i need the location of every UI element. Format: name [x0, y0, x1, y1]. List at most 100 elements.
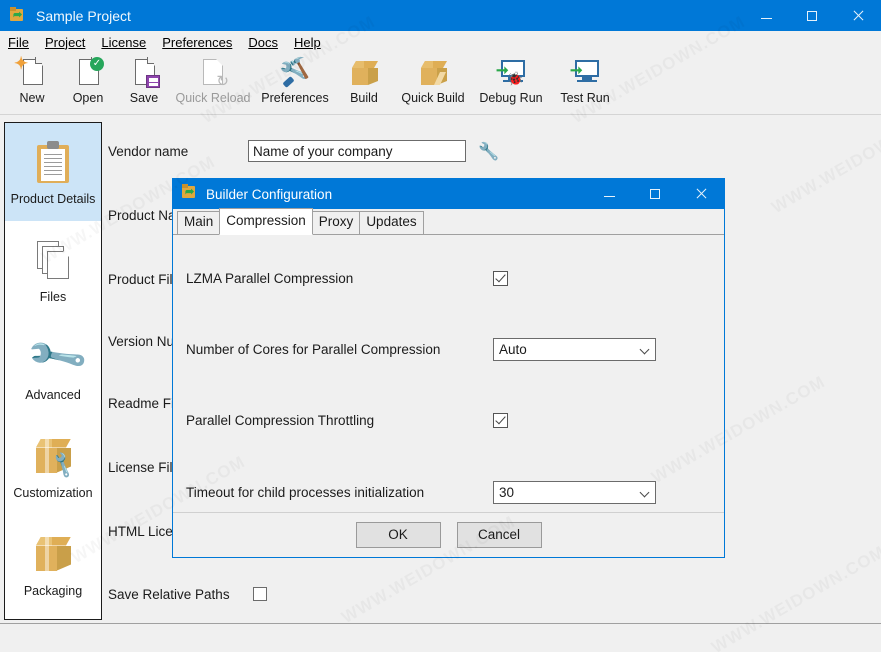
toolbar-label-debug-run: Debug Run: [479, 91, 543, 105]
label-version-number: Version Nu: [108, 333, 175, 349]
new-document-icon: ✦: [14, 55, 49, 89]
files-stack-icon: [30, 237, 76, 289]
dialog-titlebar: ➦ Builder Configuration: [173, 179, 724, 209]
preferences-tools-icon: 🔧 🔨: [277, 55, 314, 88]
quick-build-box-icon: [416, 57, 450, 89]
timeout-child-processes-value: 30: [499, 484, 515, 500]
menu-docs-label: Docs: [248, 34, 278, 50]
builder-configuration-dialog: ➦ Builder Configuration Main Compression…: [172, 178, 725, 558]
toolbar-button-open[interactable]: ✓ Open: [60, 53, 116, 111]
dialog-title: Builder Configuration: [206, 186, 333, 202]
toolbar-button-test-run[interactable]: ➞ Test Run: [548, 53, 622, 111]
application-window: ➦ Sample Project File Project License Pr…: [0, 0, 881, 652]
status-bar: [0, 623, 881, 652]
sidebar-label-customization: Customization: [13, 485, 93, 500]
menu-project[interactable]: Project: [37, 33, 93, 52]
vendor-name-input[interactable]: [248, 140, 466, 162]
menu-help-label: Help: [293, 34, 321, 50]
menu-help[interactable]: Help: [286, 33, 329, 52]
label-save-relative-paths: Save Relative Paths: [108, 586, 230, 602]
chevron-down-icon: [640, 489, 651, 496]
tab-main[interactable]: Main: [177, 211, 221, 234]
field-row-version-number: Version Nu: [108, 329, 174, 353]
row-parallel-compression-throttling: Parallel Compression Throttling: [186, 408, 508, 432]
tab-compression[interactable]: Compression: [219, 208, 313, 235]
box-wrench-icon: 🔧: [30, 433, 78, 485]
window-title: Sample Project: [36, 7, 131, 24]
lzma-parallel-compression-checkbox[interactable]: [493, 270, 508, 286]
row-number-of-cores: Number of Cores for Parallel Compression…: [186, 337, 656, 361]
tab-updates[interactable]: Updates: [359, 211, 424, 234]
dialog-minimize-button[interactable]: [586, 179, 632, 209]
app-box-icon: ➦: [9, 6, 27, 25]
label-product-file: Product Fil: [108, 271, 173, 287]
sidebar-label-advanced: Advanced: [25, 387, 81, 402]
menu-preferences-label: Preferences: [162, 34, 233, 50]
minimize-button[interactable]: [743, 0, 789, 31]
close-button[interactable]: [835, 0, 881, 31]
parallel-compression-throttling-checkbox[interactable]: [493, 412, 508, 428]
tab-proxy[interactable]: Proxy: [311, 211, 361, 234]
toolbar-button-quick-reload[interactable]: ↻ Quick Reload: [172, 53, 254, 111]
dialog-tabstrip: Main Compression Proxy Updates: [173, 208, 724, 235]
label-license-file: License File: [108, 459, 181, 475]
sidebar: Product Details Files 🔧 Advanced 🔧 Custo…: [4, 122, 102, 620]
menu-project-label: Project: [44, 34, 86, 50]
toolbar-label-quick-reload: Quick Reload: [175, 91, 251, 105]
sidebar-item-packaging[interactable]: Packaging: [5, 515, 101, 613]
toolbar-label-test-run: Test Run: [560, 91, 610, 105]
label-parallel-compression-throttling: Parallel Compression Throttling: [186, 412, 375, 428]
field-row-readme-file: Readme Fi: [108, 391, 174, 415]
label-lzma-parallel-compression: LZMA Parallel Compression: [186, 270, 354, 286]
menu-preferences[interactable]: Preferences: [154, 33, 240, 52]
label-readme-file: Readme Fi: [108, 395, 175, 411]
toolbar-label-build: Build: [350, 91, 378, 105]
menu-license[interactable]: License: [93, 33, 154, 52]
sidebar-label-packaging: Packaging: [23, 583, 83, 598]
toolbar-button-preferences[interactable]: 🔧 🔨 Preferences: [254, 53, 336, 111]
dialog-body-compression: LZMA Parallel Compression Number of Core…: [173, 235, 724, 510]
wrench-icon: 🔧: [23, 324, 90, 389]
menu-license-label: License: [101, 34, 147, 50]
ok-button[interactable]: OK: [355, 522, 441, 548]
menubar: File Project License Preferences Docs He…: [0, 31, 881, 53]
toolbar-button-build[interactable]: Build: [336, 53, 392, 111]
test-run-monitor-icon: ➞: [568, 57, 602, 89]
timeout-child-processes-combobox[interactable]: 30: [493, 480, 656, 504]
label-vendor-name: Vendor name: [108, 143, 189, 159]
sidebar-item-customization[interactable]: 🔧 Customization: [5, 417, 101, 515]
toolbar-button-debug-run[interactable]: ➞ 🐞 Debug Run: [474, 53, 548, 111]
menu-docs[interactable]: Docs: [240, 33, 286, 52]
sidebar-item-product-details[interactable]: Product Details: [5, 123, 101, 221]
toolbar-label-quick-build: Quick Build: [401, 91, 465, 105]
debug-run-monitor-icon: ➞ 🐞: [496, 60, 525, 86]
toolbar-button-new[interactable]: ✦ New: [4, 53, 60, 111]
toolbar: ✦ New ✓ Open Save ↻ Quick Reload 🔧 🔨 Pre…: [0, 53, 881, 115]
clipboard-icon: [30, 139, 76, 191]
sidebar-label-product-details: Product Details: [10, 191, 96, 206]
main-titlebar: ➦ Sample Project: [0, 0, 881, 31]
toolbar-button-quick-build[interactable]: Quick Build: [392, 53, 474, 111]
dialog-close-button[interactable]: [678, 179, 724, 209]
menu-file[interactable]: File: [0, 33, 37, 52]
field-row-product-file: Product Fil: [108, 267, 173, 291]
row-lzma-parallel-compression: LZMA Parallel Compression: [186, 266, 508, 290]
sidebar-label-files: Files: [39, 289, 67, 304]
maximize-button[interactable]: [789, 0, 835, 31]
vendor-name-wrench-icon[interactable]: 🔧: [478, 143, 499, 160]
save-relative-paths-checkbox[interactable]: [253, 587, 267, 601]
number-of-cores-combobox[interactable]: Auto: [493, 337, 656, 361]
label-product-name: Product Na: [108, 207, 176, 223]
toolbar-label-preferences: Preferences: [261, 91, 329, 105]
number-of-cores-value: Auto: [499, 341, 527, 357]
cancel-button[interactable]: Cancel: [456, 522, 542, 548]
quick-reload-icon: ↻: [196, 57, 230, 89]
field-row-product-name: Product Na: [108, 203, 176, 227]
sidebar-item-advanced[interactable]: 🔧 Advanced: [5, 319, 101, 417]
sidebar-item-files[interactable]: Files: [5, 221, 101, 319]
row-timeout-child-processes: Timeout for child processes initializati…: [186, 480, 656, 504]
dialog-maximize-button[interactable]: [632, 179, 678, 209]
package-box-icon: [30, 531, 76, 583]
toolbar-button-save[interactable]: Save: [116, 53, 172, 111]
field-row-vendor-name: Vendor name 🔧: [108, 139, 499, 163]
